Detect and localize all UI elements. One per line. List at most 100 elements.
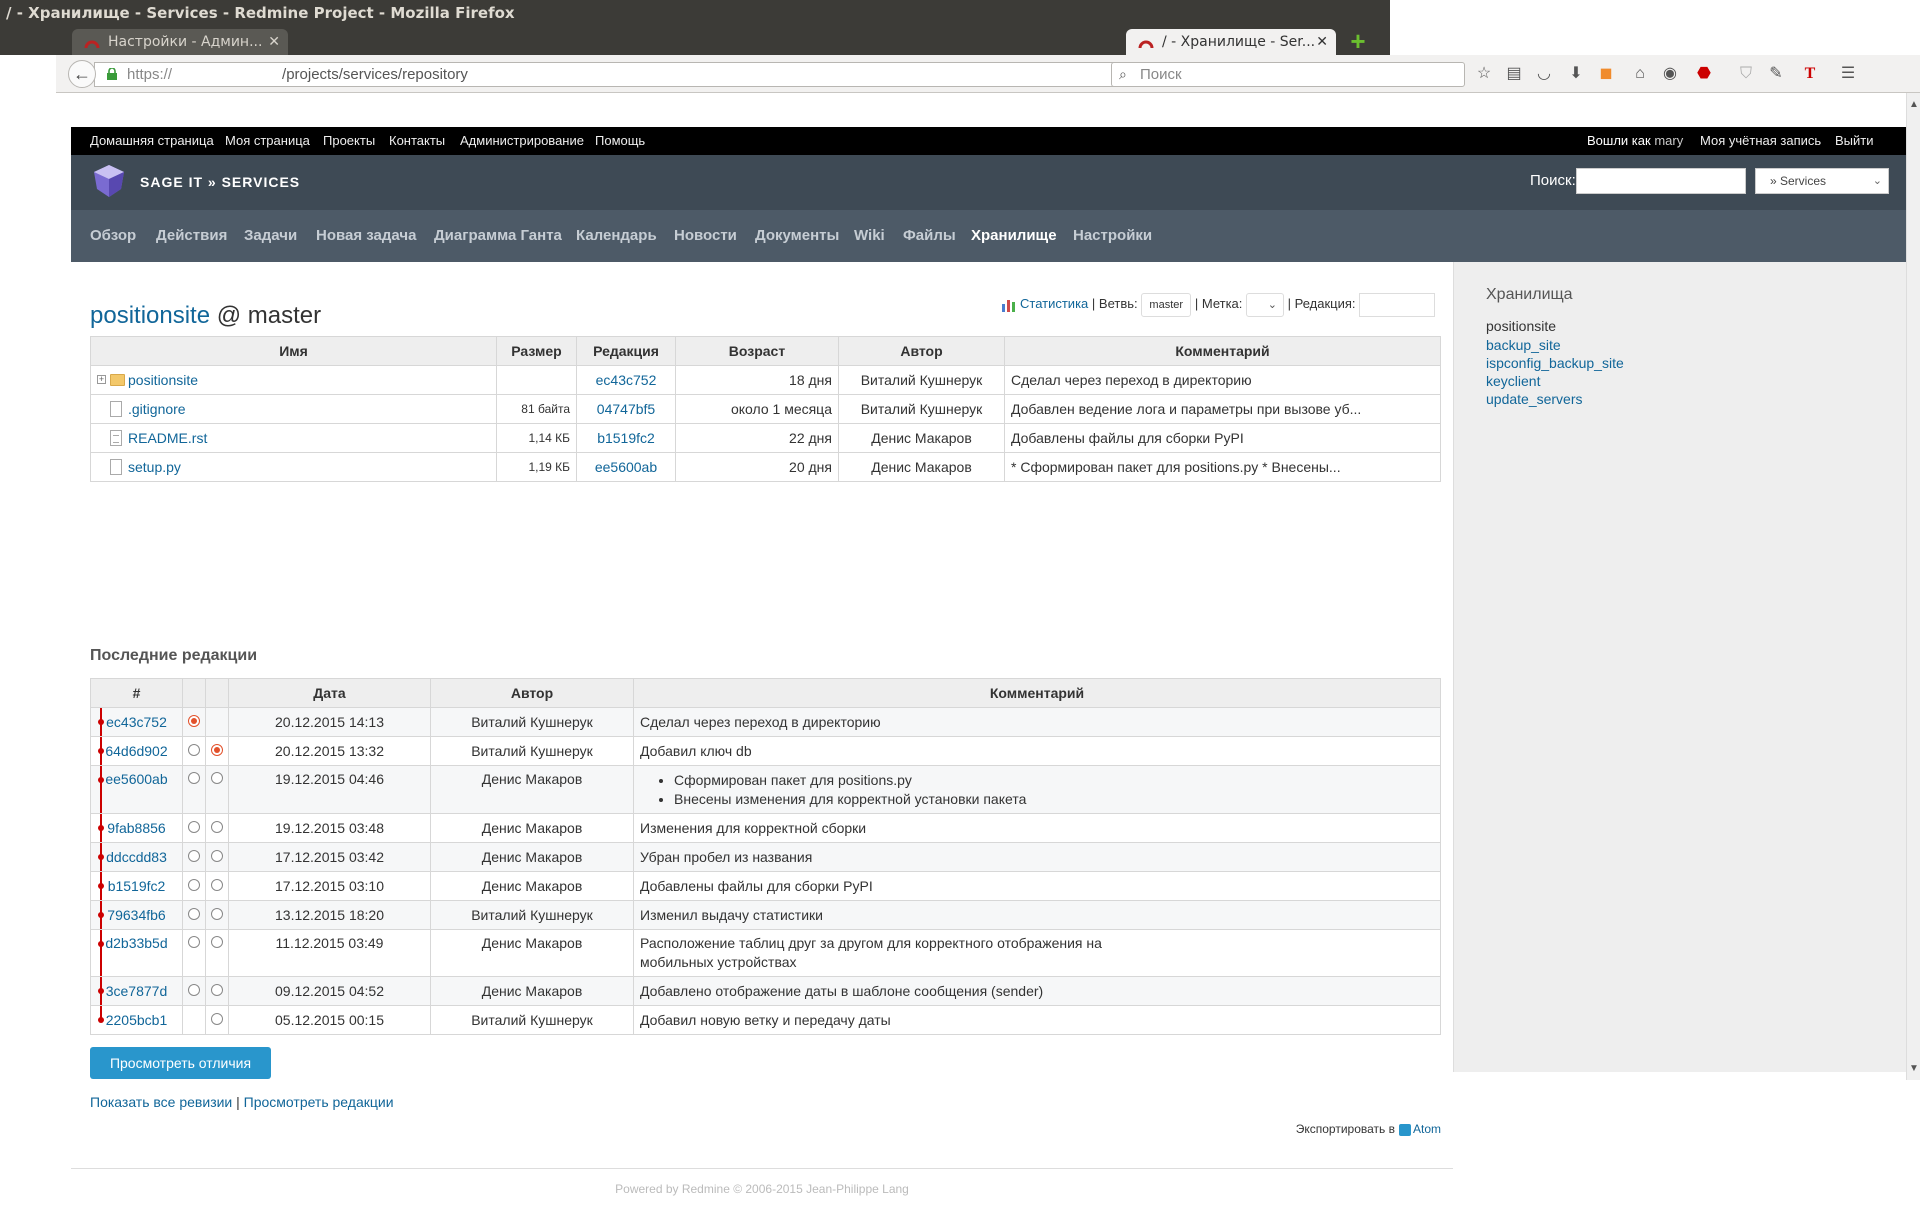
tab-news[interactable]: Новости: [674, 210, 737, 262]
back-button[interactable]: ←: [68, 60, 96, 88]
tab-repository[interactable]: Хранилище: [971, 210, 1057, 262]
view-revisions-link[interactable]: Просмотреть редакции: [244, 1094, 394, 1110]
tab-documents[interactable]: Документы: [755, 210, 839, 262]
diff-from-radio[interactable]: [188, 984, 200, 996]
column-header[interactable]: Имя: [90, 336, 497, 366]
entry-link[interactable]: README.rst: [128, 430, 207, 446]
chat-icon[interactable]: ◉: [1660, 64, 1680, 84]
expand-icon[interactable]: +: [97, 375, 106, 384]
top-menu-home[interactable]: Домашняя страница: [90, 127, 214, 155]
tab-settings[interactable]: Настройки - Админ... ✕: [72, 29, 288, 55]
top-menu-contacts[interactable]: Контакты: [389, 127, 445, 155]
entry-link[interactable]: .gitignore: [128, 401, 186, 417]
revision-link[interactable]: ec43c752: [106, 714, 167, 730]
tab-wiki[interactable]: Wiki: [854, 210, 885, 262]
tab-gantt[interactable]: Диаграмма Ганта: [434, 210, 562, 262]
revision-link[interactable]: ee5600ab: [595, 459, 657, 475]
branch-select[interactable]: master: [1141, 292, 1192, 317]
bookmark-star-icon[interactable]: ☆: [1474, 64, 1494, 84]
revision-link[interactable]: ec43c752: [596, 372, 657, 388]
diff-to-radio[interactable]: [211, 879, 223, 891]
tab-issues[interactable]: Задачи: [244, 210, 297, 262]
pocket-icon[interactable]: ◡: [1534, 64, 1554, 84]
tab-calendar[interactable]: Календарь: [576, 210, 657, 262]
top-menu-my-page[interactable]: Моя страница: [225, 127, 310, 155]
addon-icon[interactable]: ✎: [1766, 64, 1786, 84]
atom-link[interactable]: Atom: [1413, 1122, 1441, 1136]
rss-addon-icon[interactable]: ◼: [1596, 64, 1616, 84]
hamburger-menu-icon[interactable]: ☰: [1838, 64, 1858, 84]
entry-link[interactable]: setup.py: [128, 459, 181, 475]
statistics-link[interactable]: Статистика: [1020, 296, 1088, 311]
tab-new-issue[interactable]: Новая задача: [316, 210, 416, 262]
revision-link[interactable]: 04747bf5: [597, 401, 655, 417]
sidebar-repo-link[interactable]: ispconfig_backup_site: [1486, 355, 1624, 371]
column-header[interactable]: Размер: [496, 336, 577, 366]
top-menu-projects[interactable]: Проекты: [323, 127, 375, 155]
diff-from-radio[interactable]: [188, 850, 200, 862]
top-menu-help[interactable]: Помощь: [595, 127, 645, 155]
url-bar[interactable]: https:///projects/services/repository ↻: [94, 62, 1142, 87]
diff-from-radio[interactable]: [188, 821, 200, 833]
diff-from-radio[interactable]: [188, 744, 200, 756]
column-header[interactable]: Редакция: [576, 336, 676, 366]
download-icon[interactable]: ⬇: [1566, 64, 1586, 84]
revision-input[interactable]: [1359, 292, 1436, 317]
close-icon[interactable]: ✕: [268, 29, 280, 55]
shield-icon[interactable]: ⛉: [1736, 64, 1756, 84]
close-icon[interactable]: ✕: [1316, 29, 1328, 55]
my-account-link[interactable]: Моя учётная запись: [1700, 127, 1821, 155]
quick-search-input[interactable]: [1576, 168, 1746, 194]
diff-to-radio[interactable]: [211, 984, 223, 996]
diff-to-radio[interactable]: [211, 772, 223, 784]
tab-repository[interactable]: / - Хранилище - Ser... ✕: [1126, 29, 1336, 55]
column-header[interactable]: Автор: [838, 336, 1005, 366]
diff-to-radio[interactable]: [211, 936, 223, 948]
home-icon[interactable]: ⌂: [1630, 64, 1650, 84]
repository-link[interactable]: positionsite: [90, 302, 210, 329]
browser-search-input[interactable]: ⌕ Поиск: [1111, 62, 1465, 87]
diff-to-radio[interactable]: [211, 908, 223, 920]
scroll-down-icon[interactable]: ▼: [1909, 1063, 1919, 1074]
revision-link[interactable]: b1519fc2: [108, 878, 166, 894]
revision-link[interactable]: d2b33b5d: [105, 935, 167, 951]
view-differences-button[interactable]: Просмотреть отличия: [90, 1047, 271, 1079]
show-all-revisions-link[interactable]: Показать все ревизии: [90, 1094, 232, 1110]
column-header[interactable]: Возраст: [675, 336, 839, 366]
sidebar-repo-link[interactable]: update_servers: [1486, 391, 1583, 407]
translate-addon-icon[interactable]: T: [1800, 64, 1820, 84]
diff-to-radio[interactable]: [211, 1013, 223, 1025]
diff-from-radio[interactable]: [188, 715, 200, 727]
tab-settings[interactable]: Настройки: [1073, 210, 1152, 262]
diff-to-radio[interactable]: [211, 850, 223, 862]
logout-link[interactable]: Выйти: [1835, 127, 1874, 155]
revision-link[interactable]: ddccdd83: [106, 849, 167, 865]
diff-to-radio[interactable]: [211, 744, 223, 756]
reading-list-icon[interactable]: ▤: [1504, 64, 1524, 84]
entry-link[interactable]: positionsite: [128, 372, 198, 388]
scroll-up-icon[interactable]: ▲: [1909, 99, 1919, 110]
new-tab-plus-icon[interactable]: +: [1346, 28, 1370, 54]
sidebar-repo-link[interactable]: keyclient: [1486, 373, 1540, 389]
diff-from-radio[interactable]: [188, 879, 200, 891]
page-scrollbar[interactable]: ▲ ▼: [1906, 93, 1920, 1080]
sidebar-repo-link[interactable]: backup_site: [1486, 337, 1561, 353]
top-menu-administration[interactable]: Администрирование: [460, 127, 584, 155]
revision-link[interactable]: b1519fc2: [597, 430, 655, 446]
tag-select[interactable]: ⌄: [1246, 292, 1285, 317]
revision-link[interactable]: ee5600ab: [105, 771, 167, 787]
diff-from-radio[interactable]: [188, 936, 200, 948]
column-header[interactable]: Комментарий: [1004, 336, 1441, 366]
adblock-icon[interactable]: ⬣: [1694, 64, 1714, 84]
revision-link[interactable]: 79634fb6: [107, 907, 165, 923]
tab-files[interactable]: Файлы: [903, 210, 956, 262]
project-jump-select[interactable]: » Services ⌄: [1755, 168, 1889, 194]
revision-link[interactable]: 2205bcb1: [106, 1012, 168, 1028]
diff-to-radio[interactable]: [211, 821, 223, 833]
tab-overview[interactable]: Обзор: [90, 210, 136, 262]
diff-from-radio[interactable]: [188, 908, 200, 920]
tab-activity[interactable]: Действия: [156, 210, 227, 262]
revision-link[interactable]: 3ce7877d: [106, 983, 168, 999]
revision-link[interactable]: 9fab8856: [107, 820, 165, 836]
diff-from-radio[interactable]: [188, 772, 200, 784]
